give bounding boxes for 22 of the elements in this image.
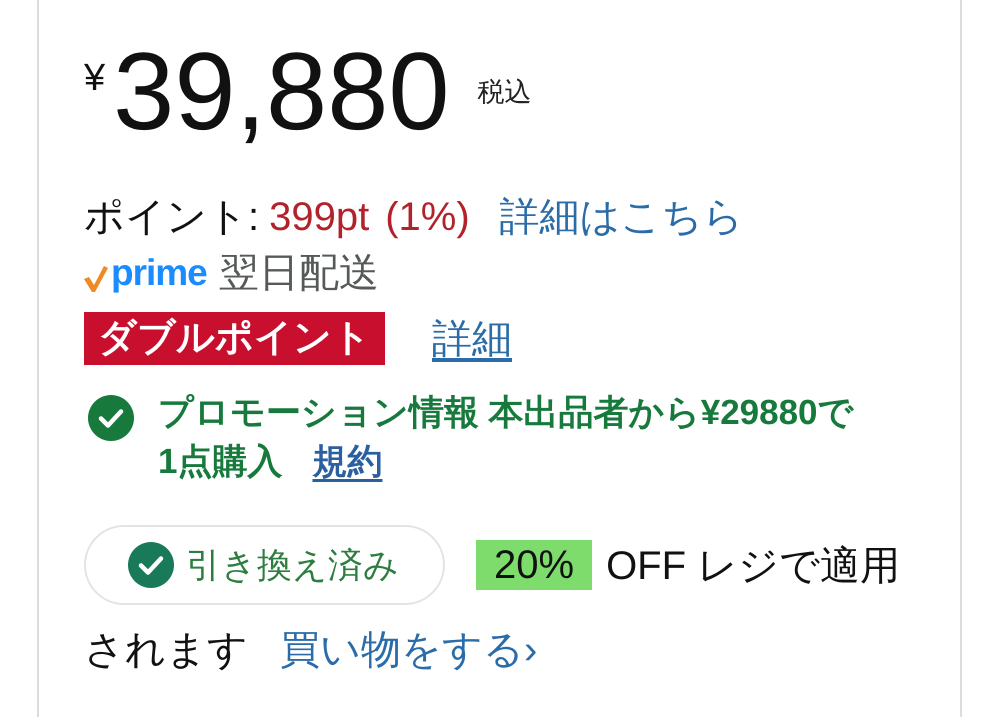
check-circle-icon: [128, 542, 174, 588]
points-value: 399pt: [269, 194, 370, 241]
coupon-redeemed-button[interactable]: 引き換え済み: [84, 525, 445, 605]
points-rate: (1%): [385, 194, 470, 241]
points-details-link[interactable]: 詳細はこちら: [500, 189, 744, 245]
double-point-badge: ダブルポイント: [84, 312, 385, 365]
points-label: ポイント:: [84, 194, 260, 241]
discount-badge: 20%: [476, 540, 592, 590]
tax-included-label: 税込: [478, 77, 532, 107]
currency-symbol: ¥: [84, 59, 106, 97]
delivery-text: 翌日配送: [218, 250, 379, 297]
prime-logo-text: prime: [111, 251, 207, 295]
promotion-text: 1点購入: [158, 441, 282, 483]
coupon-text: されます: [84, 627, 248, 674]
terms-link[interactable]: 規約: [312, 437, 382, 486]
checkmark-icon: [84, 264, 108, 292]
price-amount: 39,880: [113, 37, 450, 147]
coupon-text: OFF レジで適用: [606, 542, 900, 590]
shop-link[interactable]: 買い物をする›: [280, 622, 538, 678]
promotion-text: プロモーション情報 本出品者から¥29880で: [158, 392, 854, 434]
check-circle-icon: [88, 395, 134, 441]
campaign-details-link[interactable]: 詳細: [432, 311, 512, 366]
